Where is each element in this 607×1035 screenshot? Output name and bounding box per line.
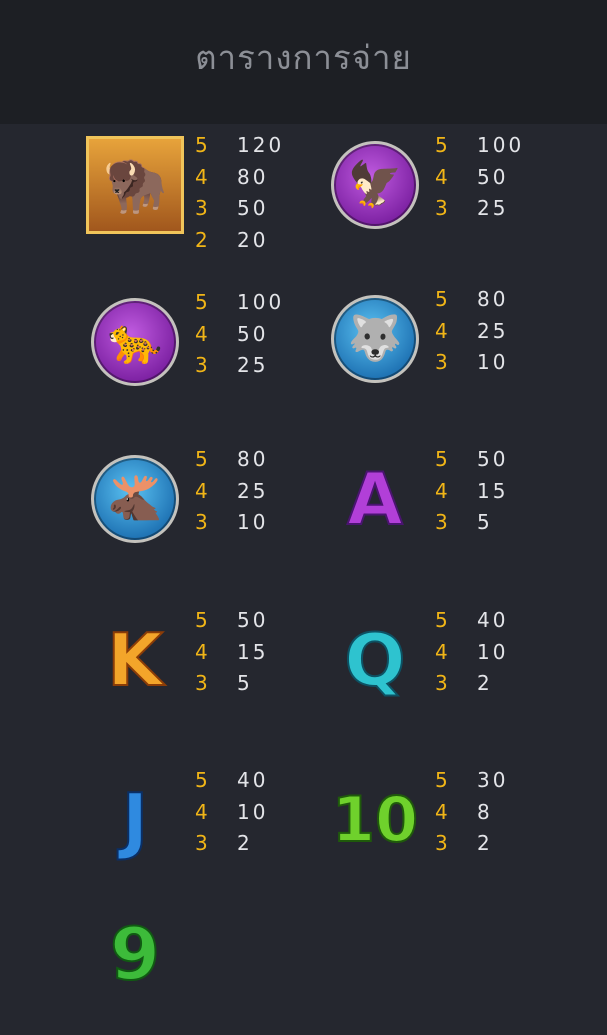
symbol-count: 5	[195, 768, 208, 792]
symbol-count: 2	[195, 227, 208, 252]
payout-value: 50	[237, 321, 269, 346]
paytable-header: ตารางการจ่าย	[0, 0, 607, 124]
payout-value: 20	[237, 227, 269, 252]
number-9-icon: 9	[109, 912, 161, 996]
payout-value: 2	[477, 831, 493, 855]
number-10-icon: 10	[331, 783, 419, 856]
symbol-count: 3	[195, 831, 208, 855]
paytable-entry-ace: A 5 50 4 15 3 5	[320, 444, 607, 584]
payout-value: 25	[237, 353, 269, 377]
paytable-entry-queen: Q 5 40 4 10 3 2	[320, 605, 607, 745]
payout-value: 8	[477, 799, 493, 824]
symbol-count: 4	[195, 639, 208, 664]
letter-k-icon: K	[106, 618, 164, 702]
symbol-count: 3	[435, 196, 448, 220]
wolf-icon: 🐺	[331, 295, 419, 383]
symbol-count: 5	[435, 133, 448, 157]
moose-icon: 🫎	[91, 455, 179, 543]
symbol-count: 4	[195, 478, 208, 503]
bison-icon: 🦬	[86, 136, 184, 234]
symbol-count: 3	[195, 353, 208, 377]
symbol-count: 4	[435, 318, 448, 343]
symbol-count: 3	[195, 196, 208, 220]
payout-value: 50	[477, 447, 509, 471]
payout-value: 80	[237, 447, 269, 471]
letter-a-icon: A	[346, 457, 404, 541]
symbol-count: 5	[435, 768, 448, 792]
symbol-count: 5	[435, 287, 448, 311]
symbol-count: 3	[435, 350, 448, 374]
symbol-count: 4	[195, 321, 208, 346]
payout-value: 10	[477, 350, 509, 374]
paytable-entry-wolf: 🐺 5 80 4 25 3 10	[320, 284, 607, 424]
symbol-count: 4	[435, 639, 448, 664]
page-title: ตารางการจ่าย	[195, 37, 412, 77]
payout-value: 30	[477, 768, 509, 792]
payout-value: 2	[477, 671, 493, 695]
payout-value: 40	[477, 608, 509, 632]
payout-value: 10	[477, 639, 509, 664]
eagle-icon: 🦅	[331, 141, 419, 229]
letter-j-icon: J	[121, 778, 150, 862]
payout-value: 10	[237, 510, 269, 534]
symbol-count: 3	[435, 831, 448, 855]
payout-value: 10	[237, 799, 269, 824]
paytable-entry-eagle: 🦅 5 100 4 50 3 25	[320, 130, 607, 270]
payout-value: 80	[477, 287, 509, 311]
payout-value: 25	[237, 478, 269, 503]
payout-value: 120	[237, 133, 285, 157]
symbol-count: 3	[195, 961, 208, 985]
symbol-count: 4	[195, 929, 208, 954]
symbol-count: 4	[435, 164, 448, 189]
payout-value: 5	[237, 671, 253, 695]
symbol-count: 3	[195, 671, 208, 695]
payout-value: 100	[477, 133, 525, 157]
symbol-count: 5	[195, 133, 208, 157]
payout-value: 30	[237, 898, 269, 922]
symbol-count: 3	[195, 510, 208, 534]
symbol-count: 3	[435, 671, 448, 695]
symbol-count: 5	[195, 898, 208, 922]
symbol-count: 4	[195, 164, 208, 189]
symbol-count: 4	[195, 799, 208, 824]
cougar-icon: 🐆	[91, 298, 179, 386]
symbol-count: 3	[435, 510, 448, 534]
payout-value: 50	[237, 196, 269, 220]
payout-value: 15	[477, 478, 509, 503]
payout-value: 2	[237, 961, 253, 985]
payout-value: 50	[237, 608, 269, 632]
payout-value: 25	[477, 318, 509, 343]
paytable-entry-ten: 10 5 30 4 8 3 2	[320, 765, 607, 905]
symbol-count: 5	[435, 608, 448, 632]
symbol-count: 5	[435, 447, 448, 471]
payout-value: 8	[237, 929, 253, 954]
letter-q-icon: Q	[343, 618, 406, 702]
symbol-count: 5	[195, 447, 208, 471]
payout-value: 40	[237, 768, 269, 792]
payout-value: 100	[237, 290, 285, 314]
payout-value: 5	[477, 510, 493, 534]
symbol-count: 5	[195, 290, 208, 314]
payout-value: 80	[237, 164, 269, 189]
symbol-count: 4	[435, 478, 448, 503]
symbol-count: 5	[195, 608, 208, 632]
payout-value: 2	[237, 831, 253, 855]
payout-value: 50	[477, 164, 509, 189]
payout-value: 15	[237, 639, 269, 664]
symbol-count: 4	[435, 799, 448, 824]
payout-value: 25	[477, 196, 509, 220]
paytable-entry-nine: 9 5 30 4 8 3 2	[80, 895, 380, 1035]
